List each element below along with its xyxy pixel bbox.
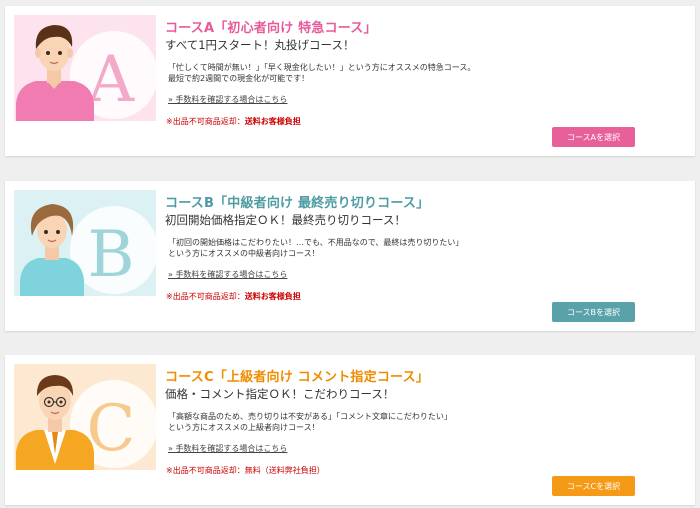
course-c-desc-line1: 「高額な商品のため、売り切りは不安がある」「コメント文章にこだわりたい」 [168, 412, 452, 421]
course-a-note-value: 送料お客様負担 [244, 117, 301, 126]
course-b-desc-line1: 「初回の開始価格はこだわりたい！…でも、不用品なので、最終は売り切りたい」 [168, 238, 464, 247]
course-c-image: C [14, 364, 156, 470]
course-a-desc-line2: 最短で約2週間での現金化が可能です！ [168, 74, 310, 83]
course-c-fee-link[interactable]: » 手数料を確認する場合はこちら [168, 443, 287, 454]
course-card-b: B コースB「中級者向け 最終売り切りコース」 初回開始価格指定ＯＫ！最終売り切… [5, 181, 695, 331]
select-course-b-button[interactable]: コースBを選択 [552, 302, 635, 322]
course-b-title: コースB「中級者向け 最終売り切りコース」 [165, 196, 430, 211]
course-b-return-note: ※出品不可商品返却：送料お客様負担 [166, 291, 301, 302]
course-c-subtitle: 価格・コメント指定ＯＫ！こだわりコース！ [165, 387, 395, 401]
course-c-description: 「高額な商品のため、売り切りは不安がある」「コメント文章にこだわりたい」 という… [168, 411, 452, 433]
select-course-c-button[interactable]: コースCを選択 [552, 476, 635, 496]
course-a-letter: A [87, 43, 135, 117]
course-a-note-prefix: ※出品不可商品返却： [166, 117, 245, 126]
course-b-description: 「初回の開始価格はこだわりたい！…でも、不用品なので、最終は売り切りたい」 とい… [168, 237, 463, 259]
course-c-note-prefix: ※出品不可商品返却： [166, 466, 245, 475]
course-card-c: C コースC「上級者向け コメント指定コース」 価格・コメント指定ＯＫ！こだわり… [5, 355, 695, 505]
select-course-a-button[interactable]: コースAを選択 [552, 127, 635, 147]
course-b-image: B [14, 190, 156, 296]
course-a-return-note: ※出品不可商品返却：送料お客様負担 [166, 116, 301, 127]
course-b-note-prefix: ※出品不可商品返却： [166, 292, 245, 301]
course-c-title: コースC「上級者向け コメント指定コース」 [165, 370, 429, 385]
course-card-a: A コースA「初心者向け 特急コース」 すべて1円スタート！丸投げコース！ 「忙… [5, 6, 695, 156]
course-c-desc-line2: という方にオススメの上級者向けコース！ [168, 423, 320, 432]
course-c-return-note: ※出品不可商品返却：無料（送料弊社負担） [166, 465, 325, 476]
course-a-subtitle: すべて1円スタート！丸投げコース！ [165, 38, 355, 52]
course-c-note-value: 無料（送料弊社負担） [244, 466, 325, 475]
course-b-fee-link[interactable]: » 手数料を確認する場合はこちら [168, 269, 287, 280]
course-a-title: コースA「初心者向け 特急コース」 [165, 21, 377, 36]
course-b-desc-line2: という方にオススメの中級者向けコース！ [168, 249, 320, 258]
course-a-desc-line1: 「忙しくて時間が無い！」「早く現金化したい！」という方にオススメの特急コース。 [168, 63, 476, 72]
course-a-image: A [14, 15, 156, 121]
course-b-subtitle: 初回開始価格指定ＯＫ！最終売り切りコース！ [165, 213, 406, 227]
course-a-fee-link[interactable]: » 手数料を確認する場合はこちら [168, 94, 287, 105]
course-a-description: 「忙しくて時間が無い！」「早く現金化したい！」という方にオススメの特急コース。 … [168, 62, 475, 84]
course-b-letter: B [87, 218, 134, 292]
course-b-note-value: 送料お客様負担 [244, 292, 301, 301]
